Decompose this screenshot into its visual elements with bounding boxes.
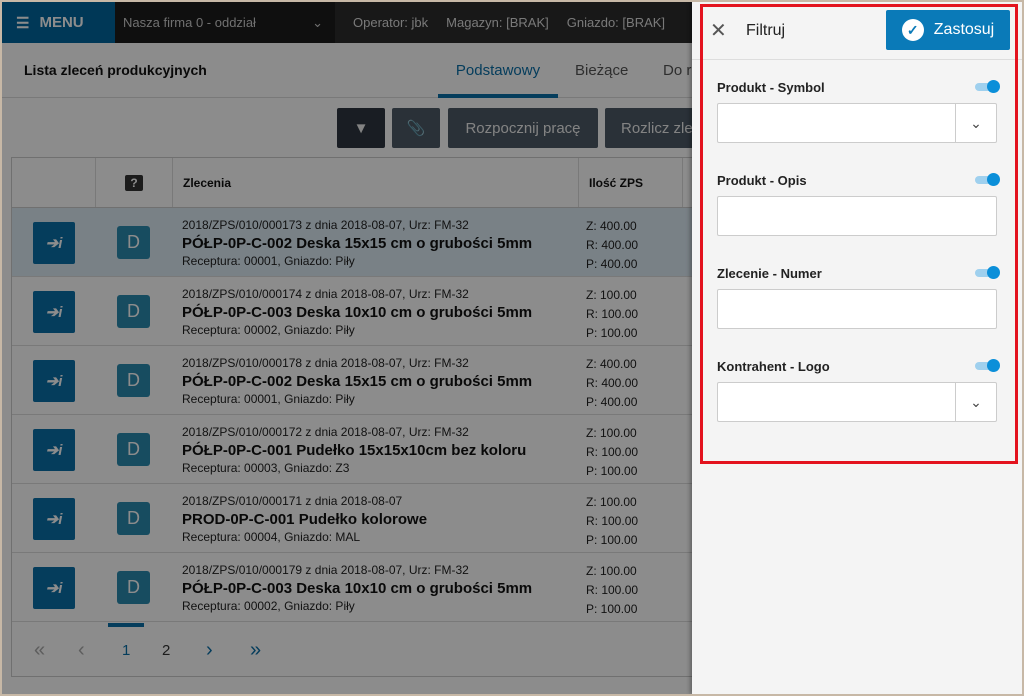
filter-panel: ✕ Filtruj ✓ Zastosuj Produkt - Symbol ⌄ Pr… xyxy=(692,2,1022,694)
app: ☰ MENU Nasza firma 0 - oddział ⌄ Operator:… xyxy=(2,2,1022,694)
highlight-box xyxy=(700,4,1018,464)
